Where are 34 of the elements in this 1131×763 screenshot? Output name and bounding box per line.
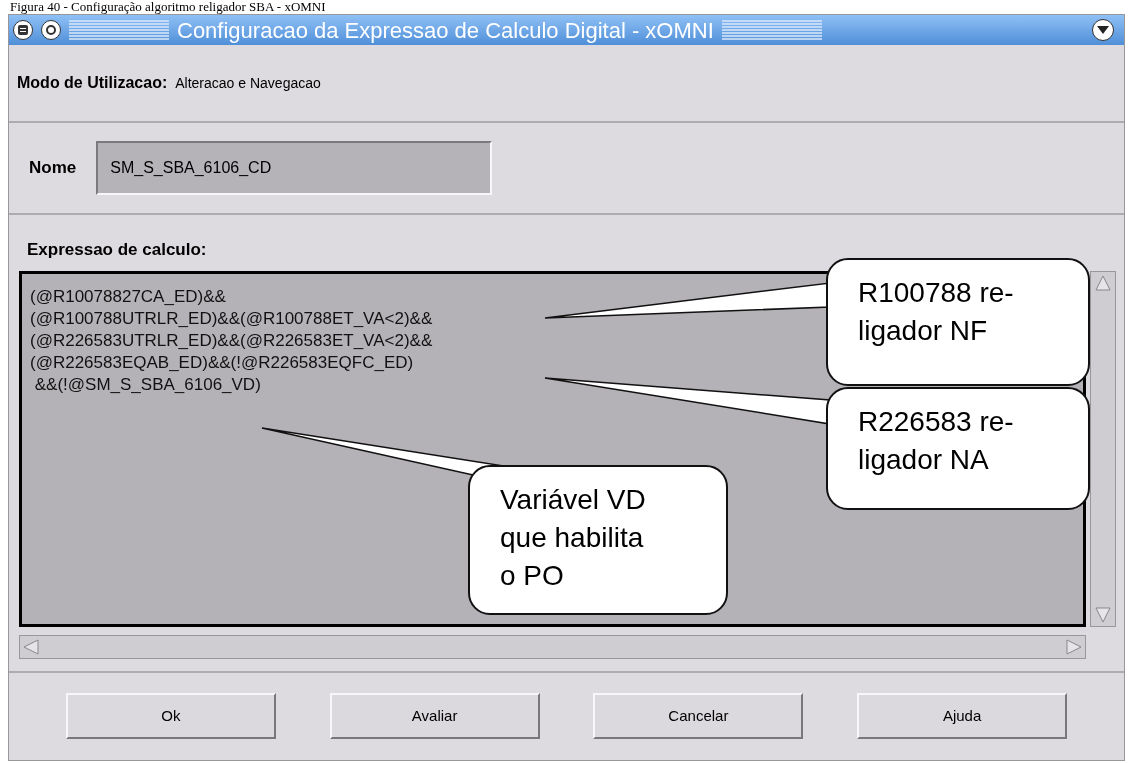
- menu-icon[interactable]: [13, 20, 33, 40]
- horizontal-scrollbar[interactable]: [19, 634, 1086, 659]
- callout-text: Variável VD: [500, 483, 646, 517]
- expression-line: &&(!@SM_S_SBA_6106_VD): [33, 373, 261, 396]
- title-stripes-icon: [721, 19, 822, 41]
- evaluate-button[interactable]: Avaliar: [329, 693, 540, 740]
- vertical-scrollbar[interactable]: [1090, 270, 1116, 627]
- expression-line: (@R100788UTRLR_ED)&&(@R100788ET_VA<2)&&: [30, 307, 433, 330]
- title-stripes-icon: [69, 19, 169, 41]
- callout-text: ligador NA: [858, 443, 989, 477]
- help-button[interactable]: Ajuda: [857, 693, 1068, 740]
- mode-value: Alteracao e Navegacao: [175, 73, 321, 93]
- minimize-icon[interactable]: [41, 20, 61, 40]
- callout-text: R100788 re-: [858, 276, 1014, 310]
- dropdown-icon[interactable]: [1092, 19, 1114, 41]
- expression-line: (@R10078827CA_ED)&&: [30, 285, 226, 308]
- scroll-up-icon[interactable]: [1094, 273, 1112, 292]
- scroll-down-icon[interactable]: [1094, 605, 1112, 624]
- name-label: Nome: [29, 157, 77, 180]
- window-title: Configuracao da Expressao de Calculo Digital - xOMNI: [177, 16, 714, 45]
- callout-text: que habilita: [500, 521, 644, 555]
- callout-text: R226583 re-: [858, 405, 1014, 439]
- scroll-right-icon[interactable]: [1065, 637, 1083, 656]
- callout-text: o PO: [500, 559, 564, 593]
- expression-line: (@R226583UTRLR_ED)&&(@R226583ET_VA<2)&&: [30, 329, 433, 352]
- expression-label: Expressao de calculo:: [27, 240, 207, 259]
- figure-caption: Figura 40 - Configuração algoritmo religador SBA - xOMNI: [9, 0, 327, 14]
- name-field[interactable]: SM_S_SBA_6106_CD: [96, 141, 493, 195]
- scroll-left-icon[interactable]: [22, 637, 40, 656]
- mode-label: Modo de Utilizacao:: [17, 73, 168, 93]
- cancel-button[interactable]: Cancelar: [593, 693, 804, 740]
- callout-text: ligador NF: [858, 314, 988, 348]
- expression-line: (@R226583EQAB_ED)&&(!@R226583EQFC_ED): [30, 351, 414, 374]
- ok-button[interactable]: Ok: [65, 693, 276, 740]
